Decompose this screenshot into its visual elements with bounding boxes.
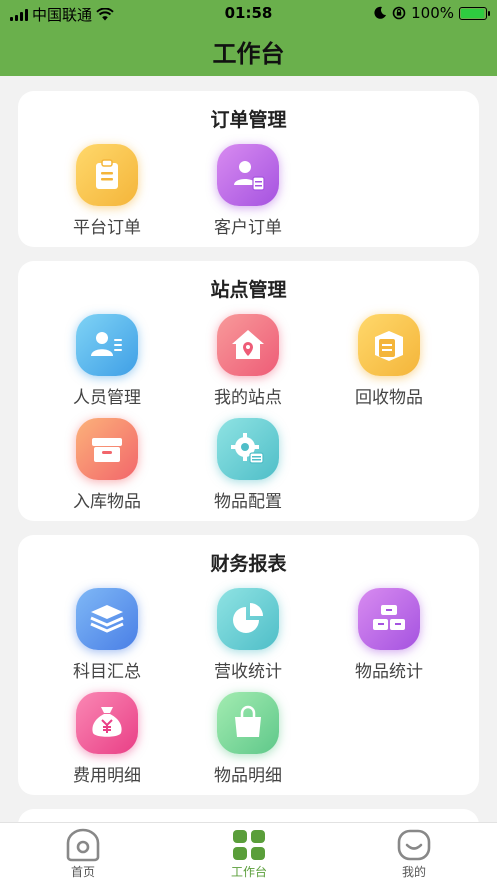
recycle-box-icon: [358, 314, 420, 376]
section-title: 站点管理: [210, 279, 287, 301]
home-icon: [63, 828, 103, 862]
rotation-lock-icon: [392, 6, 406, 20]
item-details-button[interactable]: 物品明细: [178, 692, 318, 786]
platform-orders-button[interactable]: 平台订单: [37, 144, 177, 238]
gear-config-icon: [217, 418, 279, 480]
item-stats-button[interactable]: 物品统计: [319, 588, 459, 682]
section-title: 订单管理: [210, 109, 287, 131]
section-title: 财务报表: [210, 553, 287, 575]
section-financial-reports: 财务报表 科目汇总 营收统计 物品统计 费用明细 物品明细: [18, 535, 479, 795]
customer-document-icon: [217, 144, 279, 206]
inbound-items-button[interactable]: 入库物品: [37, 418, 177, 512]
person-card-icon: [76, 314, 138, 376]
battery-percent: 100%: [411, 4, 454, 22]
smile-face-icon: [394, 828, 434, 862]
inbound-items-label: 入库物品: [73, 492, 141, 512]
recycled-items-label: 回收物品: [355, 388, 423, 408]
page-title: 工作台: [212, 39, 285, 68]
expense-details-label: 费用明细: [73, 766, 141, 786]
item-config-button[interactable]: 物品配置: [178, 418, 318, 512]
staff-management-label: 人员管理: [73, 388, 141, 408]
revenue-stats-label: 营收统计: [214, 662, 282, 682]
section-order-management: 订单管理 平台订单 客户订单: [18, 91, 479, 247]
tab-workbench[interactable]: 工作台: [166, 823, 332, 883]
workbench-grid-icon: [229, 828, 269, 862]
revenue-stats-button[interactable]: 营收统计: [178, 588, 318, 682]
house-pin-icon: [217, 314, 279, 376]
item-details-label: 物品明细: [214, 766, 282, 786]
my-site-button[interactable]: 我的站点: [178, 314, 318, 408]
nav-header: 工作台: [0, 26, 497, 76]
tab-home-label: 首页: [70, 865, 95, 879]
platform-orders-label: 平台订单: [73, 218, 141, 238]
tab-home[interactable]: 首页: [0, 823, 166, 883]
money-bag-icon: [76, 692, 138, 754]
customer-orders-label: 客户订单: [214, 218, 282, 238]
battery-icon: [459, 6, 490, 20]
tab-mine[interactable]: 我的: [331, 823, 497, 883]
bottom-tab-bar: 首页 工作台 我的: [0, 822, 497, 883]
pie-chart-icon: [217, 588, 279, 650]
account-summary-button[interactable]: 科目汇总: [37, 588, 177, 682]
item-stats-label: 物品统计: [355, 662, 423, 682]
item-config-label: 物品配置: [214, 492, 282, 512]
staff-management-button[interactable]: 人员管理: [37, 314, 177, 408]
customer-orders-button[interactable]: 客户订单: [178, 144, 318, 238]
storage-box-icon: [76, 418, 138, 480]
shopping-bag-icon: [217, 692, 279, 754]
moon-icon: [374, 6, 387, 19]
section-site-management: 站点管理 人员管理 我的站点 回收物品 入库物品 物品配置: [18, 261, 479, 521]
layers-icon: [76, 588, 138, 650]
status-bar: 中国联通 01:58 100%: [0, 0, 497, 26]
account-summary-label: 科目汇总: [73, 662, 141, 682]
clipboard-icon: [76, 144, 138, 206]
recycled-items-button[interactable]: 回收物品: [319, 314, 459, 408]
tab-mine-label: 我的: [401, 865, 426, 879]
my-site-label: 我的站点: [214, 388, 282, 408]
status-right: 100%: [373, 4, 490, 22]
blocks-icon: [358, 588, 420, 650]
tab-workbench-label: 工作台: [230, 865, 267, 879]
expense-details-button[interactable]: 费用明细: [37, 692, 177, 786]
